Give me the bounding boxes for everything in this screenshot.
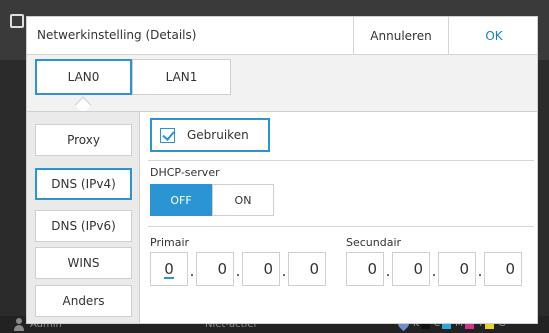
- secondary-octet-3[interactable]: 0: [438, 252, 476, 286]
- checkbox-checked-icon[interactable]: [160, 127, 175, 143]
- sidebar-item-wins[interactable]: WINS: [35, 247, 132, 279]
- octet-separator: .: [477, 262, 483, 280]
- dhcp-server-toggle: OFF ON: [150, 184, 274, 216]
- sidebar-item-proxy[interactable]: Proxy: [35, 124, 132, 156]
- divider: [148, 160, 534, 161]
- use-checkbox-label: Gebruiken: [187, 128, 249, 142]
- tab-lan0[interactable]: LAN0: [35, 59, 132, 95]
- primary-dns-label: Primair: [150, 236, 190, 249]
- octet-separator: .: [189, 262, 195, 280]
- divider: [148, 226, 534, 227]
- cancel-button[interactable]: Annuleren: [353, 17, 448, 55]
- use-checkbox-control[interactable]: Gebruiken: [150, 118, 270, 152]
- ok-button[interactable]: OK: [448, 17, 537, 55]
- secondary-dns-field: 0 . 0 . 0 . 0: [346, 252, 522, 286]
- user-icon: [14, 318, 24, 331]
- sidebar-item-anders[interactable]: Anders: [35, 285, 132, 317]
- octet-separator: .: [235, 262, 241, 280]
- primary-octet-2[interactable]: 0: [196, 252, 234, 286]
- dns-ipv4-panel: Gebruiken DHCP-server OFF ON Primair 0 .…: [140, 112, 537, 323]
- dialog-header: Netwerkinstelling (Details) Annuleren OK: [27, 17, 537, 55]
- tab-lan1[interactable]: LAN1: [132, 59, 231, 95]
- sidebar: Proxy DNS (IPv4) DNS (IPv6) WINS Anders: [27, 112, 140, 323]
- primary-octet-1[interactable]: 0: [150, 252, 188, 286]
- secondary-octet-2[interactable]: 0: [392, 252, 430, 286]
- sidebar-item-dns-ipv6[interactable]: DNS (IPv6): [35, 210, 132, 242]
- menu-icon: [10, 14, 24, 28]
- octet-separator: .: [431, 262, 437, 280]
- dhcp-on-button[interactable]: ON: [212, 184, 274, 216]
- dhcp-server-label: DHCP-server: [150, 166, 220, 179]
- tab-bar: LAN0 LAN1: [27, 55, 537, 114]
- dhcp-off-button[interactable]: OFF: [150, 184, 212, 216]
- sidebar-item-dns-ipv4[interactable]: DNS (IPv4): [35, 168, 132, 200]
- network-settings-dialog: Netwerkinstelling (Details) Annuleren OK…: [26, 16, 538, 324]
- octet-separator: .: [281, 262, 287, 280]
- secondary-dns-label: Secundair: [346, 236, 402, 249]
- primary-dns-field: 0 . 0 . 0 . 0: [150, 252, 326, 286]
- dialog-title: Netwerkinstelling (Details): [37, 28, 197, 42]
- secondary-octet-1[interactable]: 0: [346, 252, 384, 286]
- primary-octet-4[interactable]: 0: [288, 252, 326, 286]
- primary-octet-3[interactable]: 0: [242, 252, 280, 286]
- secondary-octet-4[interactable]: 0: [484, 252, 522, 286]
- content-area: Proxy DNS (IPv4) DNS (IPv6) WINS Anders …: [27, 111, 537, 323]
- octet-separator: .: [385, 262, 391, 280]
